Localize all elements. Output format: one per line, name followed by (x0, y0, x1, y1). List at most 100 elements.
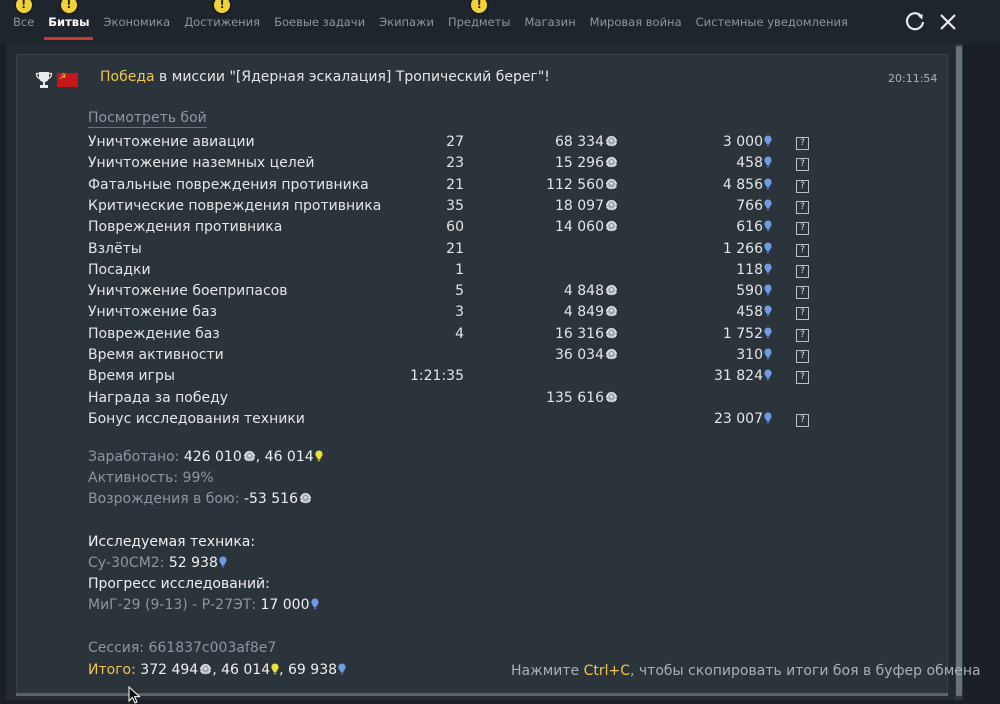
rp-value: 590 (736, 283, 763, 300)
help-icon[interactable]: ? (796, 328, 809, 342)
help-icon[interactable]: ? (796, 200, 809, 214)
tab-label: Боевые задачи (274, 15, 366, 29)
total-gold: 46 014 (221, 662, 271, 678)
help-icon[interactable]: ? (796, 307, 809, 321)
earned-gold: 46 014 (264, 449, 314, 465)
reward-row: Фатальные повреждения противника 21 112 56… (88, 177, 828, 198)
research-title: Исследуемая техника: (88, 534, 256, 550)
research-vehicle-line: Су-30СМ2: 52 938 (88, 555, 227, 571)
trophy-icon (35, 72, 53, 88)
tab-label: Битвы (48, 15, 90, 29)
silver-value: 18 097 (555, 197, 604, 214)
help-icon[interactable]: ? (796, 243, 809, 257)
silver-lions-icon (299, 492, 312, 504)
help-icon[interactable]: ? (796, 350, 809, 363)
module-line: МиГ-29 (9-13) - Р-27ЭТ: 17 000 (88, 597, 319, 613)
reward-silver: 15 296 (555, 155, 618, 171)
tab-label: Мировая война (589, 15, 682, 29)
research-points-icon (338, 663, 346, 675)
reward-label: Критические повреждения противника (88, 197, 382, 214)
tab-label: Все (13, 15, 35, 29)
golden-eagles-icon (315, 450, 323, 462)
reward-row: Награда за победу 135 616 (88, 390, 828, 411)
research-module-rp: 17 000 (260, 597, 310, 613)
reward-label: Фатальные повреждения противника (88, 176, 369, 193)
reward-row: Критические повреждения противника 35 18 0… (88, 198, 828, 219)
reward-rp: 1 752 (723, 326, 772, 342)
reward-silver: 18 097 (555, 198, 618, 214)
tab-6[interactable]: Предметы! (441, 0, 518, 44)
reward-label: Время активности (88, 347, 224, 363)
refresh-icon[interactable] (903, 10, 927, 34)
silver-lions-icon (243, 450, 256, 462)
help-icon[interactable]: ? (796, 158, 809, 172)
rp-value: 1 752 (722, 325, 763, 342)
help-icon[interactable]: ? (796, 264, 809, 278)
tab-9[interactable]: Системные уведомления (689, 0, 855, 44)
help-icon[interactable]: ? (796, 137, 809, 150)
total-silver: 372 494 (140, 662, 199, 678)
tab-list: Все! Битвы! Экономика Достижения! Боевые зад… (6, 0, 855, 44)
scrollbar[interactable] (955, 44, 963, 700)
rp-value: 3 000 (722, 134, 763, 150)
tab-label: Магазин (524, 15, 576, 29)
reward-rp: 458 (736, 304, 772, 320)
silver-lions-icon (605, 135, 618, 147)
reward-rp: 766 (736, 198, 772, 214)
tab-0[interactable]: Все! (6, 0, 41, 44)
help-icon[interactable]: ? (796, 413, 809, 427)
reward-row: Уничтожение наземных целей 23 15 296 458? (88, 155, 828, 176)
alert-icon: ! (60, 0, 77, 13)
silver-lions-icon (605, 391, 618, 403)
reward-rp: 590 (736, 283, 772, 299)
reward-count: 60 (446, 219, 464, 236)
golden-eagles-icon (271, 663, 279, 675)
reward-silver: 36 034 (555, 347, 618, 363)
tab-5[interactable]: Экипажи (372, 0, 441, 44)
tab-3[interactable]: Достижения! (177, 0, 267, 44)
reward-silver: 4 848 (564, 283, 618, 299)
silver-value: 112 560 (546, 176, 604, 193)
help-icon[interactable]: ? (796, 179, 809, 193)
research-points-icon (764, 242, 772, 254)
reward-label: Взлёты (88, 240, 142, 257)
tab-label: Экономика (103, 15, 171, 29)
close-icon[interactable] (936, 10, 960, 34)
rp-value: 1 266 (722, 240, 763, 257)
help-icon[interactable]: ? (796, 286, 809, 300)
reward-row: Посадки 1 118? (88, 262, 828, 283)
silver-value: 16 316 (555, 325, 604, 342)
reward-rp: 23 007 (714, 411, 772, 427)
rp-value: 4 856 (722, 176, 763, 193)
tab-2[interactable]: Экономика (96, 0, 177, 44)
help-icon[interactable]: ? (796, 222, 809, 236)
rp-value: 766 (736, 197, 763, 214)
alert-icon: ! (471, 0, 488, 13)
reward-rp: 118 (736, 262, 772, 278)
header-icons: ☭ (34, 70, 78, 90)
copy-shortcut: Ctrl+C (583, 663, 631, 679)
panel-bottom-divider (16, 693, 948, 696)
rp-value: 616 (736, 219, 763, 236)
research-points-icon (764, 156, 772, 168)
reward-label: Уничтожение авиации (88, 134, 255, 150)
research-points-icon (764, 178, 772, 190)
reward-count: 1 (455, 261, 464, 278)
tab-8[interactable]: Мировая война (583, 0, 689, 44)
alert-icon: ! (15, 0, 32, 13)
view-battle-link[interactable]: Посмотреть бой (88, 110, 207, 128)
rp-value: 31 824 (714, 368, 763, 385)
tab-label: Экипажи (379, 15, 434, 29)
message-time: 20:11:54 (888, 72, 938, 85)
reward-silver: 4 849 (564, 304, 618, 320)
reward-count: 27 (446, 134, 464, 150)
reward-rp: 616 (736, 219, 772, 235)
help-icon[interactable]: ? (796, 371, 809, 385)
scrollbar-thumb[interactable] (956, 46, 962, 696)
tab-4[interactable]: Боевые задачи (267, 0, 372, 44)
ussr-flag-icon: ☭ (57, 73, 78, 87)
silver-lions-icon (605, 178, 618, 190)
tab-7[interactable]: Магазин (517, 0, 582, 44)
research-points-icon (764, 348, 772, 360)
tab-1[interactable]: Битвы! (41, 0, 96, 44)
